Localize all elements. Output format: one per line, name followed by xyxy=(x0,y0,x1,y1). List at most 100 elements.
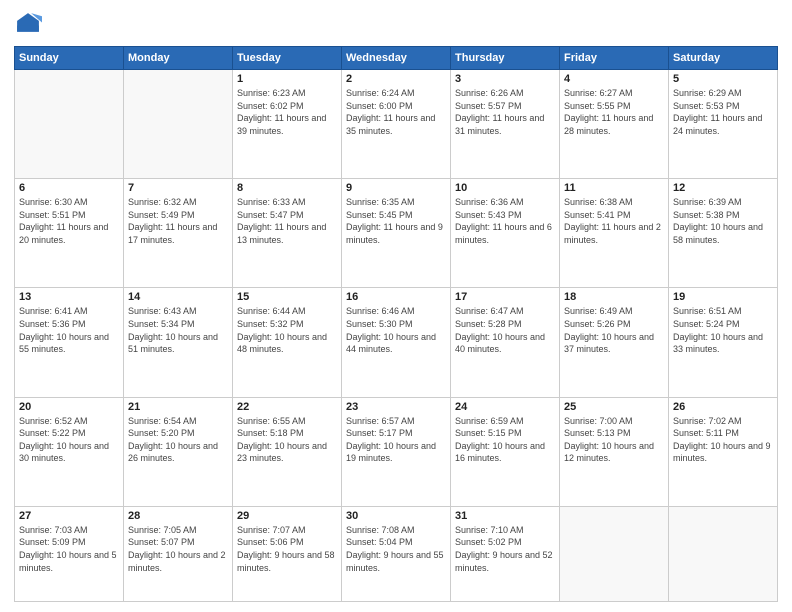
day-number: 3 xyxy=(455,73,555,85)
calendar-cell: 17 Sunrise: 6:47 AMSunset: 5:28 PMDayligh… xyxy=(451,288,560,397)
day-info: Sunrise: 7:00 AMSunset: 5:13 PMDaylight:… xyxy=(564,415,664,465)
day-info: Sunrise: 7:07 AMSunset: 5:06 PMDaylight:… xyxy=(237,524,337,574)
calendar-cell xyxy=(124,70,233,179)
calendar-week-row: 13 Sunrise: 6:41 AMSunset: 5:36 PMDayligh… xyxy=(15,288,778,397)
calendar-cell: 15 Sunrise: 6:44 AMSunset: 5:32 PMDayligh… xyxy=(233,288,342,397)
calendar-cell: 5 Sunrise: 6:29 AMSunset: 5:53 PMDaylight… xyxy=(669,70,778,179)
calendar-cell xyxy=(669,506,778,601)
day-number: 24 xyxy=(455,401,555,413)
logo-icon xyxy=(14,10,42,38)
calendar-cell: 16 Sunrise: 6:46 AMSunset: 5:30 PMDayligh… xyxy=(342,288,451,397)
calendar-cell: 6 Sunrise: 6:30 AMSunset: 5:51 PMDaylight… xyxy=(15,179,124,288)
day-info: Sunrise: 6:32 AMSunset: 5:49 PMDaylight:… xyxy=(128,196,228,246)
day-number: 1 xyxy=(237,73,337,85)
day-info: Sunrise: 6:57 AMSunset: 5:17 PMDaylight:… xyxy=(346,415,446,465)
day-number: 28 xyxy=(128,510,228,522)
day-number: 17 xyxy=(455,291,555,303)
calendar-cell: 29 Sunrise: 7:07 AMSunset: 5:06 PMDayligh… xyxy=(233,506,342,601)
calendar-cell: 11 Sunrise: 6:38 AMSunset: 5:41 PMDayligh… xyxy=(560,179,669,288)
calendar-week-row: 20 Sunrise: 6:52 AMSunset: 5:22 PMDayligh… xyxy=(15,397,778,506)
day-info: Sunrise: 6:27 AMSunset: 5:55 PMDaylight:… xyxy=(564,87,664,137)
calendar-cell: 21Sunrise: 6:54 AMSunset: 5:20 PMDayligh… xyxy=(124,397,233,506)
page: SundayMondayTuesdayWednesdayThursdayFrid… xyxy=(0,0,792,612)
day-number: 23 xyxy=(346,401,446,413)
day-number: 18 xyxy=(564,291,664,303)
day-info: Sunrise: 6:55 AMSunset: 5:18 PMDaylight:… xyxy=(237,415,337,465)
calendar-cell: 30 Sunrise: 7:08 AMSunset: 5:04 PMDayligh… xyxy=(342,506,451,601)
calendar-table: SundayMondayTuesdayWednesdayThursdayFrid… xyxy=(14,46,778,602)
day-number: 2 xyxy=(346,73,446,85)
calendar-cell: 23 Sunrise: 6:57 AMSunset: 5:17 PMDayligh… xyxy=(342,397,451,506)
day-info: Sunrise: 7:03 AMSunset: 5:09 PMDaylight:… xyxy=(19,524,119,574)
calendar-cell: 22 Sunrise: 6:55 AMSunset: 5:18 PMDayligh… xyxy=(233,397,342,506)
day-info: Sunrise: 6:43 AMSunset: 5:34 PMDaylight:… xyxy=(128,305,228,355)
day-info: Sunrise: 6:47 AMSunset: 5:28 PMDaylight:… xyxy=(455,305,555,355)
day-number: 13 xyxy=(19,291,119,303)
weekday-header: Wednesday xyxy=(342,47,451,70)
calendar-cell: 10 Sunrise: 6:36 AMSunset: 5:43 PMDayligh… xyxy=(451,179,560,288)
calendar-cell xyxy=(15,70,124,179)
logo xyxy=(14,10,46,38)
weekday-header: Tuesday xyxy=(233,47,342,70)
calendar-cell: 14 Sunrise: 6:43 AMSunset: 5:34 PMDayligh… xyxy=(124,288,233,397)
calendar-cell: 13 Sunrise: 6:41 AMSunset: 5:36 PMDayligh… xyxy=(15,288,124,397)
calendar-cell: 18 Sunrise: 6:49 AMSunset: 5:26 PMDayligh… xyxy=(560,288,669,397)
calendar-cell: 26Sunrise: 7:02 AMSunset: 5:11 PMDayligh… xyxy=(669,397,778,506)
day-number: 7 xyxy=(128,182,228,194)
day-info: Sunrise: 6:26 AMSunset: 5:57 PMDaylight:… xyxy=(455,87,555,137)
day-number: 10 xyxy=(455,182,555,194)
day-number: 27 xyxy=(19,510,119,522)
day-info: Sunrise: 6:44 AMSunset: 5:32 PMDaylight:… xyxy=(237,305,337,355)
day-info: Sunrise: 6:49 AMSunset: 5:26 PMDaylight:… xyxy=(564,305,664,355)
calendar-cell: 24 Sunrise: 6:59 AMSunset: 5:15 PMDayligh… xyxy=(451,397,560,506)
calendar-cell: 8Sunrise: 6:33 AMSunset: 5:47 PMDaylight… xyxy=(233,179,342,288)
calendar-header-row: SundayMondayTuesdayWednesdayThursdayFrid… xyxy=(15,47,778,70)
day-number: 29 xyxy=(237,510,337,522)
calendar-cell: 19 Sunrise: 6:51 AMSunset: 5:24 PMDayligh… xyxy=(669,288,778,397)
day-info: Sunrise: 6:33 AMSunset: 5:47 PMDaylight:… xyxy=(237,196,337,246)
day-info: Sunrise: 6:38 AMSunset: 5:41 PMDaylight:… xyxy=(564,196,664,246)
calendar-cell: 20 Sunrise: 6:52 AMSunset: 5:22 PMDayligh… xyxy=(15,397,124,506)
calendar-cell: 1 Sunrise: 6:23 AMSunset: 6:02 PMDaylight… xyxy=(233,70,342,179)
day-info: Sunrise: 7:08 AMSunset: 5:04 PMDaylight:… xyxy=(346,524,446,574)
calendar-cell: 3 Sunrise: 6:26 AMSunset: 5:57 PMDaylight… xyxy=(451,70,560,179)
day-info: Sunrise: 6:29 AMSunset: 5:53 PMDaylight:… xyxy=(673,87,773,137)
weekday-header: Saturday xyxy=(669,47,778,70)
day-info: Sunrise: 6:30 AMSunset: 5:51 PMDaylight:… xyxy=(19,196,119,246)
day-info: Sunrise: 6:54 AMSunset: 5:20 PMDaylight:… xyxy=(128,415,228,465)
day-number: 30 xyxy=(346,510,446,522)
day-info: Sunrise: 6:36 AMSunset: 5:43 PMDaylight:… xyxy=(455,196,555,246)
day-number: 20 xyxy=(19,401,119,413)
calendar-cell: 2 Sunrise: 6:24 AMSunset: 6:00 PMDaylight… xyxy=(342,70,451,179)
day-info: Sunrise: 6:24 AMSunset: 6:00 PMDaylight:… xyxy=(346,87,446,137)
header xyxy=(14,10,778,38)
day-number: 11 xyxy=(564,182,664,194)
day-number: 16 xyxy=(346,291,446,303)
day-info: Sunrise: 6:46 AMSunset: 5:30 PMDaylight:… xyxy=(346,305,446,355)
calendar-cell: 7 Sunrise: 6:32 AMSunset: 5:49 PMDaylight… xyxy=(124,179,233,288)
day-number: 5 xyxy=(673,73,773,85)
weekday-header: Thursday xyxy=(451,47,560,70)
day-info: Sunrise: 6:35 AMSunset: 5:45 PMDaylight:… xyxy=(346,196,446,246)
calendar-cell xyxy=(560,506,669,601)
calendar-cell: 31Sunrise: 7:10 AMSunset: 5:02 PMDayligh… xyxy=(451,506,560,601)
calendar-cell: 25Sunrise: 7:00 AMSunset: 5:13 PMDayligh… xyxy=(560,397,669,506)
day-number: 6 xyxy=(19,182,119,194)
day-number: 22 xyxy=(237,401,337,413)
weekday-header: Monday xyxy=(124,47,233,70)
weekday-header: Sunday xyxy=(15,47,124,70)
calendar-cell: 27 Sunrise: 7:03 AMSunset: 5:09 PMDayligh… xyxy=(15,506,124,601)
day-number: 15 xyxy=(237,291,337,303)
day-info: Sunrise: 6:23 AMSunset: 6:02 PMDaylight:… xyxy=(237,87,337,137)
day-info: Sunrise: 6:59 AMSunset: 5:15 PMDaylight:… xyxy=(455,415,555,465)
day-info: Sunrise: 7:10 AMSunset: 5:02 PMDaylight:… xyxy=(455,524,555,574)
day-info: Sunrise: 6:39 AMSunset: 5:38 PMDaylight:… xyxy=(673,196,773,246)
day-info: Sunrise: 6:52 AMSunset: 5:22 PMDaylight:… xyxy=(19,415,119,465)
day-info: Sunrise: 6:51 AMSunset: 5:24 PMDaylight:… xyxy=(673,305,773,355)
day-info: Sunrise: 6:41 AMSunset: 5:36 PMDaylight:… xyxy=(19,305,119,355)
calendar-week-row: 27 Sunrise: 7:03 AMSunset: 5:09 PMDayligh… xyxy=(15,506,778,601)
calendar-cell: 9Sunrise: 6:35 AMSunset: 5:45 PMDaylight… xyxy=(342,179,451,288)
day-number: 14 xyxy=(128,291,228,303)
day-number: 12 xyxy=(673,182,773,194)
day-number: 19 xyxy=(673,291,773,303)
